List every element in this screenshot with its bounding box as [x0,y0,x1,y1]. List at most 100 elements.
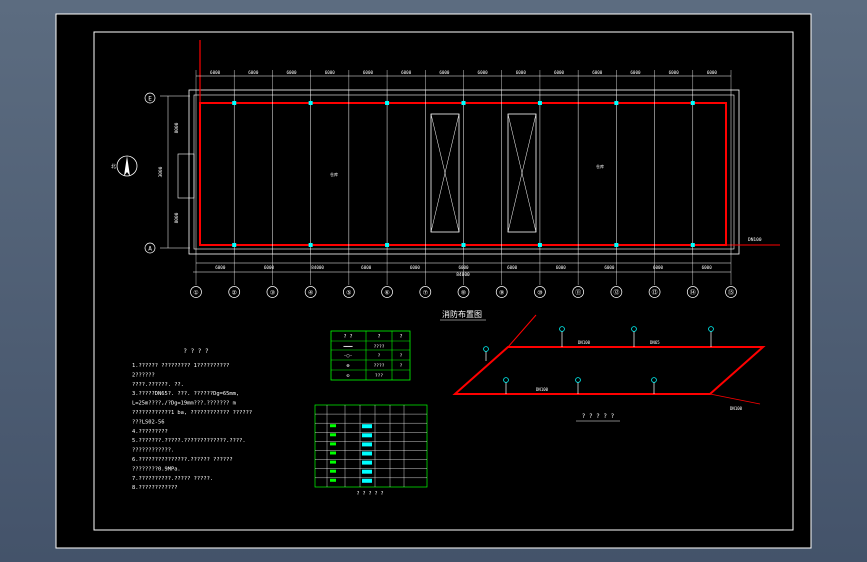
hydrant-marker [614,101,619,105]
axis-label: ② [232,290,237,297]
top-dim-text: 6000 [478,70,489,75]
axis-label: ③ [270,290,275,297]
axis-label: ⑪ [575,289,581,297]
left-dim-2: 3000 [158,166,164,177]
hydrant-marker [308,101,313,105]
top-dim-text: 6000 [554,70,565,75]
room-label: 仓库 [330,171,338,177]
axis-label: ⑥ [384,290,389,297]
note-line: 5.???????.?????.?????????????.????. [132,438,246,444]
note-line: ????????????1 ba, ???????????? ?????? [132,410,252,416]
top-dim-text: 6000 [363,70,374,75]
note-line: ????????0.9MPa. [132,466,181,472]
hydrant-marker [308,243,313,247]
hydrant-marker [385,243,390,247]
legend-row-3-qty: ? [400,363,403,369]
legend-header-3: ? [399,334,402,340]
bottom-dim-text: 6000 [361,265,372,270]
axis-label: ⑩ [537,290,542,297]
row-label-e: E [148,96,152,103]
axis-label: ⑧ [461,290,466,297]
axis-label: ⑮ [728,289,734,297]
legend-header-2: ? [377,334,380,340]
iso-label-1: DN100 [578,340,591,345]
bottom-dim-text: 6000 [507,265,518,270]
axis-label: ⑦ [423,290,428,297]
bottom-dim-text: 6000 [264,265,275,270]
note-line: 3.?????DN65?. ???. ??????Dg=65mm, [132,391,239,397]
top-dim-text: 6000 [592,70,603,75]
axis-label: ④ [308,290,313,297]
iso-label-3: DN100 [536,387,549,392]
note-line: 2?????? [132,372,155,378]
mat-cell-mark [330,442,336,446]
axis-label: ① [193,290,198,297]
notes-title: ? ? ? ? [183,348,209,355]
mat-cell-mark [330,424,336,428]
mat-cell-mark [362,460,372,465]
row-label-a: A [148,246,152,253]
mat-cell-mark [362,469,372,474]
note-line: 7.??????????.????? ?????. [132,476,213,482]
mat-cell-mark [330,469,336,473]
hydrant-marker [614,243,619,247]
hydrant-marker [385,101,390,105]
legend-header-1: ? ? [343,334,352,340]
bottom-dim-text: 6000 [653,265,664,270]
plan-title: 消防布置图 [442,309,482,319]
note-line: 8.???????????? [132,485,177,491]
north-label: 北 [111,163,116,170]
hydrant-marker [537,243,542,247]
legend-row-2-name: ? [378,353,381,359]
note-line: ????.??????. ??. [132,382,184,388]
top-dim-text: 6000 [401,70,412,75]
mat-cell-mark [362,451,372,456]
legend-row-3-sym: ⊗ [346,363,349,369]
note-line: 6.???????????????.?????? ?????? [132,457,233,463]
top-dim-text: 6000 [707,70,718,75]
axis-label: ⑤ [346,290,351,297]
note-line: ????????????. [132,448,174,454]
mat-cell-mark [330,433,336,437]
iso-label-4: DN100 [730,406,743,411]
iso-title: ? ? ? ? ? [582,413,615,420]
axis-label: ⑫ [613,289,619,297]
legend-row-1-name: ???? [374,344,385,350]
legend-row-2-sym: -○- [343,353,352,359]
bottom-dim-text: 6000 [702,265,713,270]
left-dim-3: 8000 [174,212,180,223]
mat-cell-mark [330,478,336,482]
hydrant-marker [690,101,695,105]
top-dim-text: 6000 [439,70,450,75]
hydrant-marker [232,101,237,105]
top-dim-text: 6000 [248,70,259,75]
hydrant-marker [232,243,237,247]
axis-label: ⑭ [690,289,696,297]
axis-label: ⑨ [499,290,504,297]
left-dim-1: 8000 [174,122,180,133]
top-dim-text: 6000 [630,70,641,75]
top-dim-text: 6000 [669,70,680,75]
mat-cell-mark [362,433,372,438]
cad-drawing-canvas[interactable]: 6000 6000 6000 6000 6000 6000 6000 6000 6000 6000… [0,0,867,562]
bottom-dim-text: 6000 [410,265,421,270]
legend-row-2-qty: ? [400,353,403,359]
table-title: ? ? ? ? ? [356,491,383,497]
axis-label: ⑬ [652,289,658,297]
hydrant-marker [690,243,695,247]
mat-cell-mark [362,442,372,447]
bottom-dim-text: 6000 [215,265,226,270]
bottom-dim-text: 6000 [458,265,469,270]
hydrant-marker [537,101,542,105]
hydrant-marker [461,101,466,105]
legend-row-4-sym: ⊙ [346,373,349,379]
mat-cell-mark [330,451,336,455]
note-line: 4.????????? [132,429,168,435]
iso-label-2: DN65 [650,340,660,345]
pipe-note: DN100 [748,237,762,243]
top-dim-text: 6000 [286,70,297,75]
bottom-dim-text: 84000 [311,265,324,270]
legend-row-3-name: ???? [374,363,385,369]
hydrant-marker [461,243,466,247]
top-dim-text: 6000 [325,70,336,75]
